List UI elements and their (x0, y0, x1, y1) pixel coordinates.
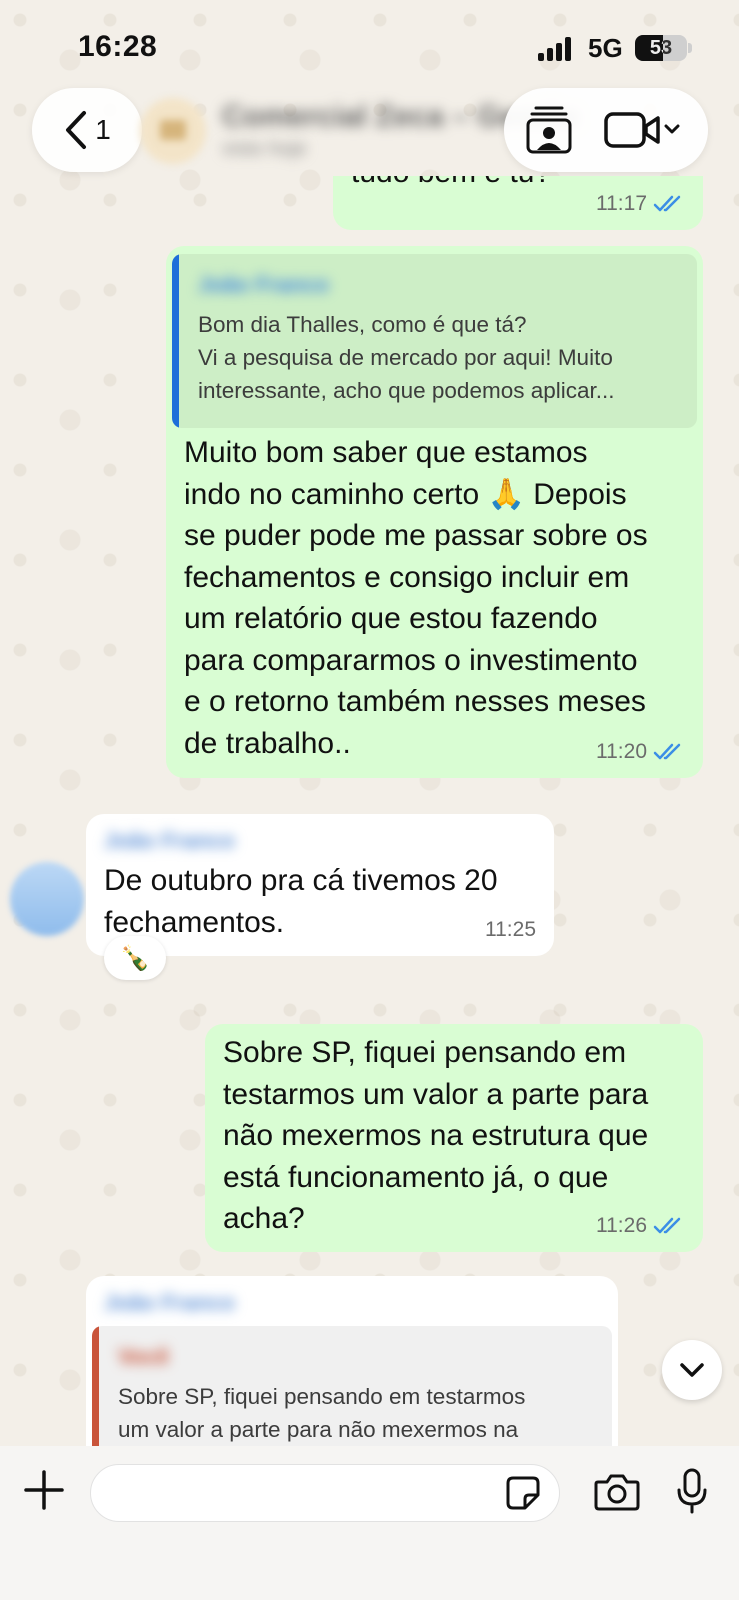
message-bubble-outgoing[interactable]: João Franco Bom dia Thalles, como é que … (166, 246, 703, 778)
sticker-icon[interactable] (505, 1475, 541, 1511)
back-button[interactable]: 1 (32, 88, 142, 172)
message-time: 11:26 (596, 1214, 647, 1237)
message-time: 11:25 (485, 918, 536, 941)
composer-bar (0, 1446, 739, 1600)
quote-text: Bom dia Thalles, como é que tá? Vi a pes… (198, 312, 615, 403)
quote-text: Sobre SP, fiquei pensando em testarmos u… (118, 1384, 526, 1442)
message-reaction[interactable]: 🍾 (104, 936, 166, 980)
contact-card-icon[interactable] (524, 104, 574, 154)
sender-avatar[interactable] (10, 862, 84, 936)
video-camera-icon[interactable] (604, 110, 684, 150)
quote-author: Você (118, 1344, 169, 1369)
battery-icon: 53 (635, 35, 687, 61)
call-actions (504, 88, 708, 172)
plus-icon[interactable] (22, 1468, 66, 1512)
quote-accent-bar (172, 254, 179, 428)
contact-avatar[interactable] (140, 98, 206, 164)
message-meta: 11:26 (596, 1214, 685, 1238)
sender-name: João Franco (104, 828, 235, 853)
microphone-icon[interactable] (676, 1468, 708, 1514)
contact-status: visto hoje (222, 138, 307, 160)
camera-icon[interactable] (594, 1472, 640, 1512)
message-bubble-incoming[interactable]: João Franco De outubro pra cá tivemos 20… (86, 814, 554, 956)
chevron-down-icon (680, 1363, 704, 1377)
message-time: 11:17 (596, 192, 647, 215)
clock: 16:28 (78, 30, 158, 63)
message-bubble-outgoing[interactable]: tudo bem e tu? 11:17 (333, 176, 703, 230)
network-type: 5G (588, 33, 623, 63)
chat-header: 1 Comercial Zeca – Gestão visto hoje (0, 88, 739, 176)
message-input[interactable] (90, 1464, 560, 1522)
quote-accent-bar (92, 1326, 99, 1446)
message-time: 11:20 (596, 740, 647, 763)
quote-author: João Franco (198, 272, 329, 297)
battery-percentage: 53 (649, 37, 673, 59)
message-bubble-outgoing[interactable]: Sobre SP, fiquei pensando em testarmos u… (205, 1024, 703, 1252)
battery-cap (688, 43, 692, 53)
signal-icon (538, 37, 572, 61)
message-meta: 11:17 (596, 192, 685, 216)
double-check-icon (653, 743, 681, 760)
unread-count: 1 (95, 114, 111, 145)
message-text: Muito bom saber que estamos indo no cami… (184, 436, 648, 760)
message-text: tudo bem e tu? (351, 176, 551, 194)
message-text: De outubro pra cá tivemos 20 fechamentos… (104, 864, 498, 939)
message-meta: 11:25 (485, 918, 536, 942)
message-list[interactable]: tudo bem e tu? 11:17 João Franco Bom dia… (0, 176, 739, 1446)
double-check-icon (653, 1217, 681, 1234)
scroll-to-bottom-button[interactable] (662, 1340, 722, 1400)
status-bar: 16:28 5G 53 (0, 0, 739, 90)
quoted-message[interactable]: Você Sobre SP, fiquei pensando em testar… (92, 1326, 612, 1446)
message-text: Sobre SP, fiquei pensando em testarmos u… (223, 1036, 649, 1235)
message-meta: 11:20 (596, 740, 685, 764)
message-bubble-incoming[interactable]: João Franco Você Sobre SP, fiquei pensan… (86, 1276, 618, 1446)
sender-name: João Franco (104, 1290, 235, 1315)
quoted-message[interactable]: João Franco Bom dia Thalles, como é que … (172, 254, 697, 428)
double-check-icon (653, 195, 681, 212)
chevron-left-icon (66, 111, 87, 149)
